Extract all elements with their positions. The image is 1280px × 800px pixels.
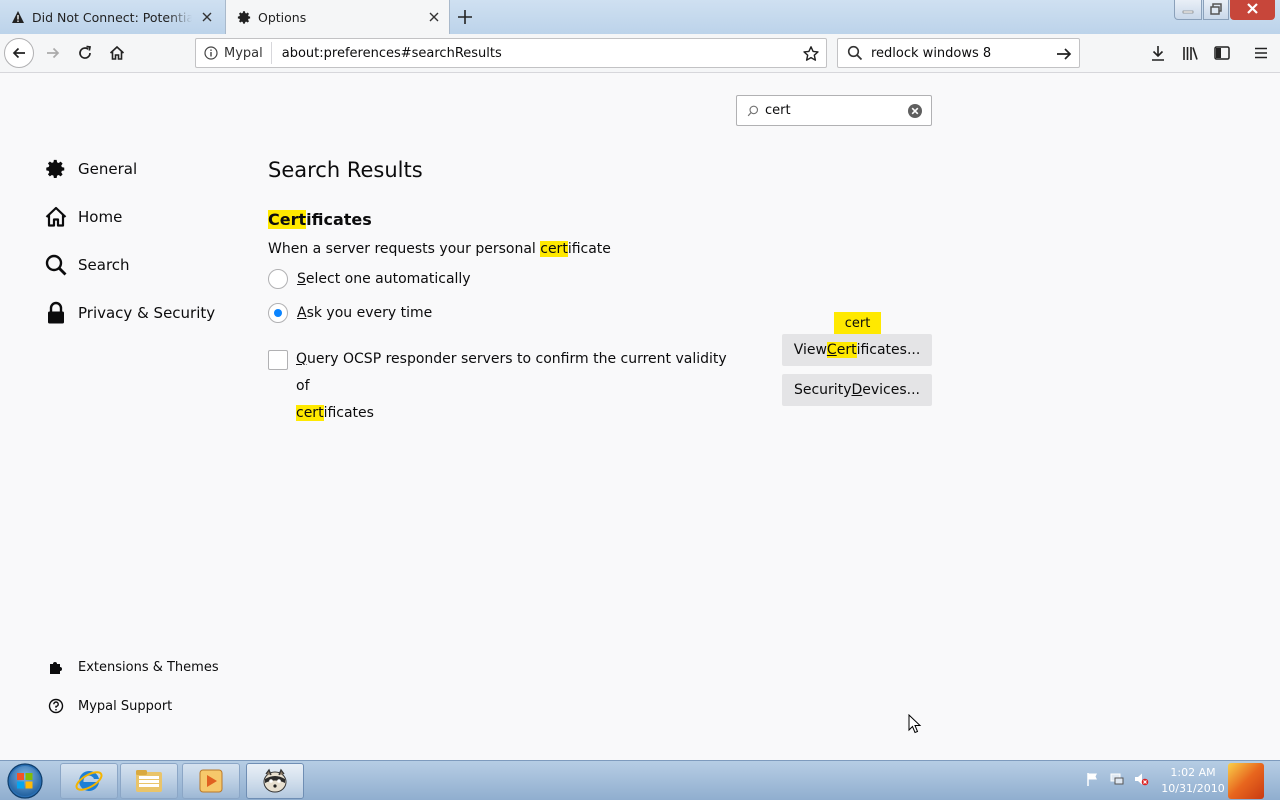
- close-tab-icon[interactable]: [200, 10, 214, 24]
- restore-button[interactable]: [1203, 0, 1229, 20]
- identity-box[interactable]: Mypal: [196, 42, 272, 64]
- category-general[interactable]: General: [44, 157, 137, 181]
- category-label: General: [78, 160, 138, 178]
- security-devices-button[interactable]: Security Devices...: [782, 374, 932, 406]
- search-icon: [847, 45, 863, 61]
- taskbar-mypal-browser[interactable]: [246, 763, 304, 799]
- home-icon: [44, 205, 68, 229]
- close-window-button[interactable]: [1230, 0, 1275, 20]
- network-icon[interactable]: [1109, 771, 1125, 787]
- puzzle-icon: [46, 657, 66, 677]
- radio-select-automatically[interactable]: Select one automatically: [268, 269, 471, 289]
- arrow-right-icon: [47, 47, 60, 59]
- clear-search-icon[interactable]: [907, 103, 923, 123]
- start-button[interactable]: [4, 762, 48, 800]
- sidebar-icon[interactable]: [1213, 44, 1231, 62]
- home-icon: [109, 45, 125, 60]
- category-home[interactable]: Home: [44, 205, 122, 229]
- home-button[interactable]: [102, 38, 132, 68]
- search-highlight: cert: [540, 241, 568, 257]
- tab-strip: Did Not Connect: Potential Security Issu…: [0, 0, 1280, 34]
- taskbar-media-player[interactable]: [182, 763, 240, 799]
- support-link[interactable]: Mypal Support: [46, 696, 172, 716]
- arrow-left-icon: [12, 47, 25, 59]
- windows-taskbar: 1:02 AM 10/31/2010: [0, 760, 1280, 800]
- download-icon[interactable]: [1149, 44, 1167, 62]
- radio-label: Select one automatically: [297, 271, 471, 287]
- category-label: Privacy & Security: [78, 304, 216, 322]
- search-tooltip: cert: [834, 312, 881, 339]
- taskbar-internet-explorer[interactable]: [60, 763, 118, 799]
- tab-title: Options: [258, 9, 307, 25]
- search-highlight: Cert: [268, 210, 307, 229]
- ocsp-checkbox-row[interactable]: Query OCSP responder servers to confirm …: [268, 346, 736, 427]
- category-label: Search: [78, 256, 130, 274]
- minimize-button[interactable]: [1174, 0, 1202, 20]
- radio-ask-every-time[interactable]: Ask you every time: [268, 303, 432, 323]
- preferences-page: cert General Home Search Privacy & Secur…: [0, 74, 1280, 760]
- footer-link-label: Mypal Support: [78, 698, 173, 714]
- forward-button[interactable]: [38, 38, 68, 68]
- taskbar-file-explorer[interactable]: [120, 763, 178, 799]
- go-arrow-icon[interactable]: [1055, 45, 1073, 67]
- extensions-themes-link[interactable]: Extensions & Themes: [46, 657, 219, 677]
- radio-label: Ask you every time: [297, 305, 433, 321]
- category-search[interactable]: Search: [44, 253, 130, 277]
- gear-icon: [44, 157, 68, 181]
- internet-explorer-icon: [75, 770, 103, 791]
- url-text[interactable]: about:preferences#searchResults: [272, 46, 502, 61]
- search-icon: [747, 105, 759, 116]
- show-desktop-button[interactable]: [1228, 763, 1264, 799]
- lock-icon: [44, 301, 68, 325]
- system-clock[interactable]: 1:02 AM 10/31/2010: [1160, 765, 1226, 797]
- category-label: Home: [78, 208, 123, 226]
- action-center-flag-icon[interactable]: [1085, 771, 1101, 787]
- bookmark-star-icon[interactable]: [802, 45, 820, 67]
- volume-muted-icon[interactable]: [1133, 771, 1149, 787]
- certificates-heading: Certificates: [268, 210, 372, 229]
- radio-button-selected[interactable]: [268, 303, 288, 323]
- new-tab-icon[interactable]: [455, 7, 475, 27]
- ocsp-label: Query OCSP responder servers to confirm …: [296, 351, 727, 421]
- web-search-value[interactable]: redlock windows 8: [871, 46, 991, 61]
- reload-button[interactable]: [70, 38, 100, 68]
- footer-link-label: Extensions & Themes: [78, 659, 219, 675]
- clock-date: 10/31/2010: [1161, 782, 1225, 795]
- tab-did-not-connect[interactable]: Did Not Connect: Potential Security Issu…: [0, 0, 222, 34]
- help-icon: [46, 696, 66, 716]
- tab-title: Did Not Connect: Potential Security Issu…: [32, 9, 192, 25]
- certificates-description: When a server requests your personal cer…: [268, 241, 611, 257]
- reload-icon: [79, 45, 92, 59]
- view-certificates-button[interactable]: View Cert ificates...: [782, 334, 932, 366]
- clock-time: 1:02 AM: [1170, 766, 1216, 779]
- radio-button[interactable]: [268, 269, 288, 289]
- media-player-icon: [199, 769, 223, 793]
- mouse-cursor-icon: [908, 713, 922, 738]
- menu-icon[interactable]: [1252, 44, 1270, 62]
- nav-bar: Mypal about:preferences#searchResults re…: [0, 34, 1280, 73]
- gear-icon: [236, 9, 252, 25]
- preferences-search-value[interactable]: cert: [765, 103, 791, 118]
- web-search-bar[interactable]: redlock windows 8: [837, 38, 1080, 68]
- tab-options[interactable]: Options: [225, 0, 450, 34]
- back-button[interactable]: [4, 38, 34, 68]
- category-privacy-security[interactable]: Privacy & Security: [44, 301, 215, 325]
- close-tab-icon[interactable]: [427, 10, 441, 24]
- preferences-search-input[interactable]: cert: [736, 95, 932, 126]
- page-title: Search Results: [268, 158, 423, 182]
- url-bar[interactable]: Mypal about:preferences#searchResults: [195, 38, 827, 68]
- warning-icon: [10, 9, 26, 25]
- search-icon: [44, 253, 68, 277]
- mypal-raccoon-icon: [263, 768, 287, 793]
- identity-label: Mypal: [224, 45, 263, 61]
- search-highlight: cert: [296, 405, 324, 421]
- ocsp-checkbox[interactable]: [268, 350, 288, 370]
- info-icon: [204, 46, 218, 60]
- folder-icon: [136, 770, 162, 792]
- library-icon[interactable]: [1181, 44, 1199, 62]
